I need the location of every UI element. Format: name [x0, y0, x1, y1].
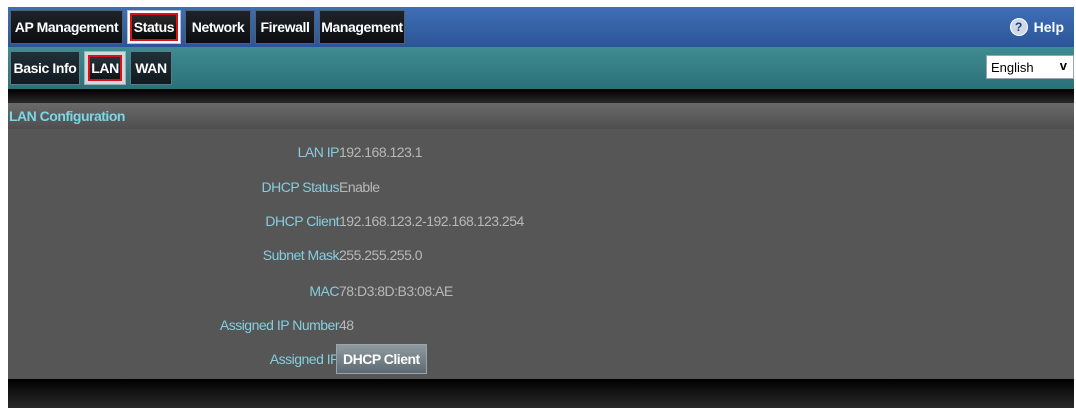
- tab-label: WAN: [135, 60, 167, 76]
- tab-label: Status: [133, 19, 175, 35]
- field-label: Assigned IP: [269, 351, 340, 367]
- footer-band: [8, 379, 1074, 408]
- lan-config-panel: LAN IP 192.168.123.1 DHCP Status Enable …: [8, 129, 1074, 379]
- sub-nav-bar: Basic Info LAN WAN English v: [8, 47, 1074, 89]
- tab-basic-info[interactable]: Basic Info: [10, 51, 80, 85]
- tab-selected-highlight: Status: [130, 13, 178, 41]
- field-row-subnet-mask: Subnet Mask 255.255.255.0: [8, 245, 1074, 265]
- field-label: DHCP Status: [261, 179, 340, 195]
- tab-status[interactable]: Status: [127, 10, 181, 44]
- field-label: Subnet Mask: [262, 247, 340, 263]
- sub-nav-tabs: Basic Info LAN WAN: [8, 47, 176, 89]
- field-value: 255.255.255.0: [339, 247, 423, 263]
- tab-label: LAN: [91, 60, 119, 76]
- section-header: LAN Configuration: [8, 103, 1074, 129]
- language-select[interactable]: English v: [986, 55, 1074, 79]
- field-row-dhcp-client: DHCP Client 192.168.123.2-192.168.123.25…: [8, 211, 1074, 231]
- field-value: 48: [339, 317, 354, 333]
- assigned-ip-button[interactable]: DHCP Client: [336, 344, 427, 374]
- tab-label: AP Management: [14, 19, 119, 35]
- tab-label: Network: [191, 19, 245, 35]
- field-value: 192.168.123.2-192.168.123.254: [339, 213, 524, 229]
- tab-management[interactable]: Management: [319, 10, 405, 44]
- field-label: MAC: [309, 283, 339, 299]
- tab-ap-management[interactable]: AP Management: [10, 10, 123, 44]
- top-nav-tabs: AP Management Status Network Firewall Ma…: [8, 7, 409, 47]
- section-title: LAN Configuration: [9, 108, 125, 124]
- field-label: DHCP Client: [265, 213, 339, 229]
- header-divider-band: [8, 89, 1074, 103]
- field-row-lan-ip: LAN IP 192.168.123.1: [8, 142, 1074, 162]
- tab-selected-highlight: LAN: [88, 55, 122, 81]
- tab-wan[interactable]: WAN: [130, 51, 172, 85]
- help-icon: ?: [1009, 18, 1028, 36]
- chevron-down-icon: v: [1059, 58, 1067, 73]
- help-label: Help: [1033, 19, 1064, 35]
- tab-network[interactable]: Network: [185, 10, 251, 44]
- field-row-assigned-ip: Assigned IP DHCP Client: [8, 344, 1074, 374]
- tab-firewall[interactable]: Firewall: [255, 10, 315, 44]
- router-admin-page: AP Management Status Network Firewall Ma…: [0, 0, 1076, 408]
- field-value: Enable: [339, 179, 380, 195]
- tab-label: Management: [321, 19, 403, 35]
- field-row-mac: MAC 78:D3:8D:B3:08:AE: [8, 281, 1074, 301]
- tab-lan[interactable]: LAN: [84, 51, 126, 85]
- field-label: LAN IP: [297, 144, 340, 160]
- field-row-dhcp-status: DHCP Status Enable: [8, 177, 1074, 197]
- top-nav-bar: AP Management Status Network Firewall Ma…: [8, 7, 1074, 47]
- tab-label: Firewall: [260, 19, 310, 35]
- help-link[interactable]: ? Help: [1009, 7, 1064, 47]
- field-label: Assigned IP Number: [219, 317, 340, 333]
- field-value: 78:D3:8D:B3:08:AE: [339, 283, 453, 299]
- field-value: 192.168.123.1: [339, 144, 423, 160]
- field-row-assigned-ip-number: Assigned IP Number 48: [8, 315, 1074, 335]
- language-value: English: [991, 59, 1034, 75]
- tab-label: Basic Info: [13, 60, 77, 76]
